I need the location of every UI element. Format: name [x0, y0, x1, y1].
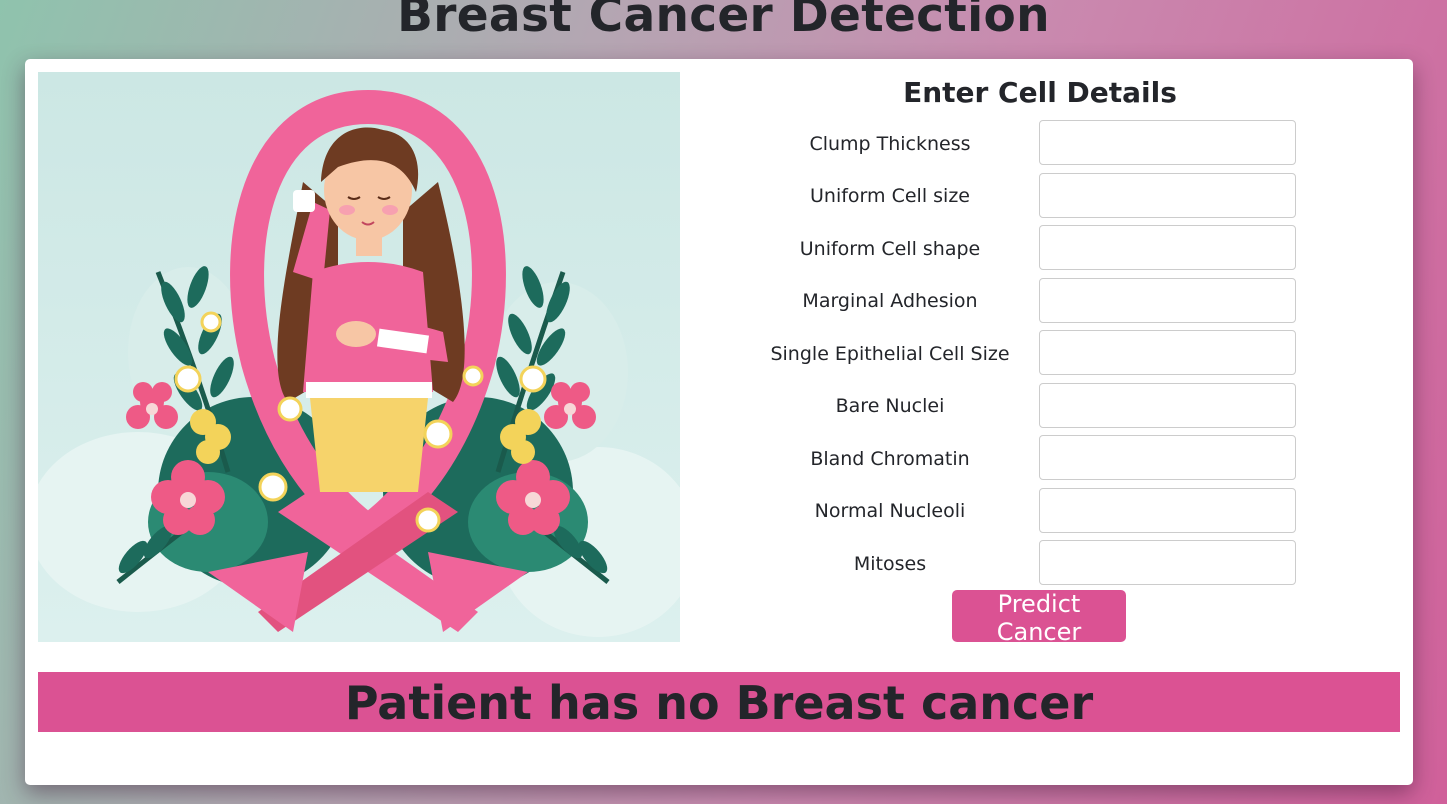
- prediction-result-banner: Patient has no Breast cancer: [38, 672, 1400, 732]
- form-heading: Enter Cell Details: [903, 76, 1177, 109]
- uniform-cell-shape-input[interactable]: [1039, 225, 1296, 270]
- clump-thickness-input[interactable]: [1039, 120, 1296, 165]
- label-bland-chromatin: Bland Chromatin: [810, 448, 970, 470]
- label-uniform-cell-shape: Uniform Cell shape: [799, 238, 981, 260]
- single-epithelial-cell-size-input[interactable]: [1039, 330, 1296, 375]
- awareness-ribbon-icon: [38, 89, 680, 637]
- main-card: Enter Cell Details Clump Thickness Unifo…: [25, 59, 1413, 785]
- label-single-epithelial-cell-size: Single Epithelial Cell Size: [770, 343, 1010, 365]
- uniform-cell-size-input[interactable]: [1039, 173, 1296, 218]
- label-mitoses: Mitoses: [853, 553, 927, 575]
- marginal-adhesion-input[interactable]: [1039, 278, 1296, 323]
- page-title: Breast Cancer Detection: [397, 0, 1050, 43]
- label-normal-nucleoli: Normal Nucleoli: [814, 500, 966, 522]
- label-uniform-cell-size: Uniform Cell size: [810, 185, 970, 207]
- cell-details-form: Enter Cell Details Clump Thickness Unifo…: [770, 59, 1310, 659]
- label-marginal-adhesion: Marginal Adhesion: [802, 290, 978, 312]
- bland-chromatin-input[interactable]: [1039, 435, 1296, 480]
- label-clump-thickness: Clump Thickness: [809, 133, 971, 155]
- mitoses-input[interactable]: [1039, 540, 1296, 585]
- normal-nucleoli-input[interactable]: [1039, 488, 1296, 533]
- illustration-image: [38, 72, 680, 642]
- bare-nuclei-input[interactable]: [1039, 383, 1296, 428]
- predict-cancer-button[interactable]: Predict Cancer: [952, 590, 1126, 646]
- label-bare-nuclei: Bare Nuclei: [835, 395, 945, 417]
